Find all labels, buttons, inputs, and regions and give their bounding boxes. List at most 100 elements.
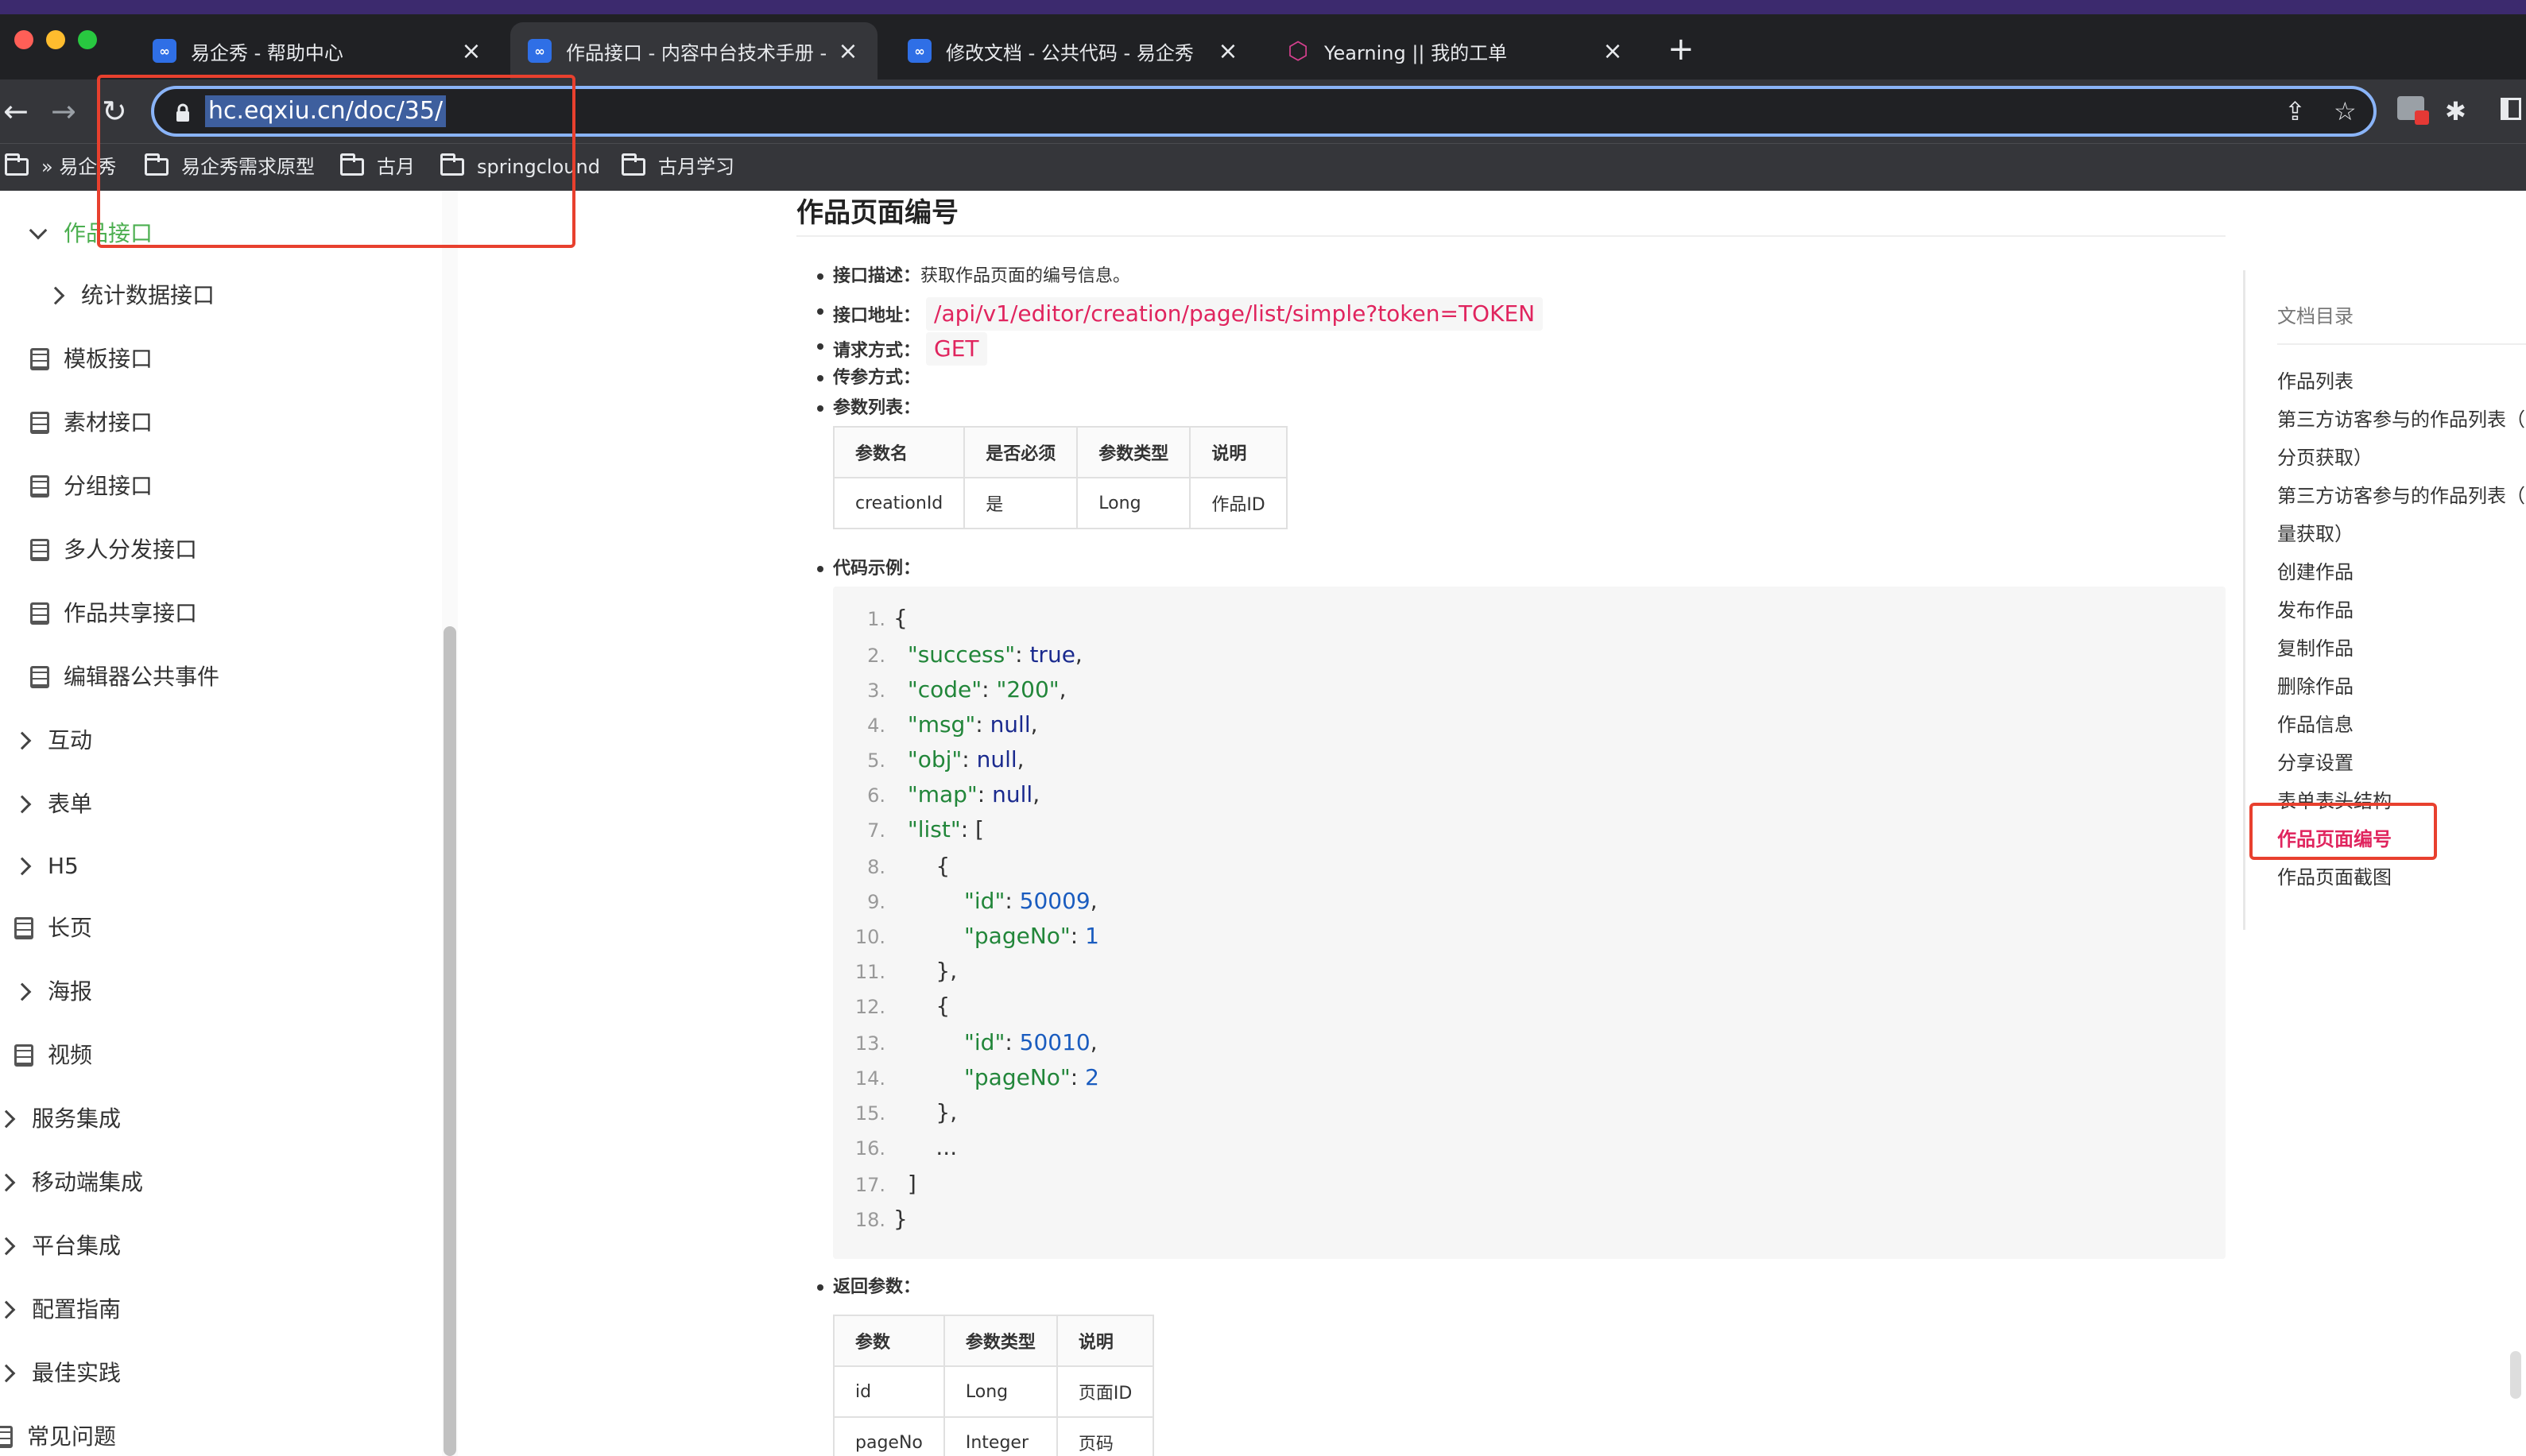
new-tab-button[interactable]: +: [1668, 29, 1695, 70]
tab-title: 作品接口 - 内容中台技术手册 - 易: [566, 41, 830, 64]
tab-close-icon[interactable]: ×: [836, 37, 860, 65]
extension-badge-icon[interactable]: [2397, 94, 2429, 129]
api-url-code: /api/v1/editor/creation/page/list/simple…: [926, 297, 1544, 331]
folder-icon: [622, 153, 645, 176]
sidebar-item-long-page[interactable]: 长页: [14, 912, 92, 944]
bookmark-star-icon[interactable]: ☆: [2334, 94, 2357, 129]
code-line: 16. ...: [854, 1134, 958, 1160]
api-params-label: 参数列表：: [816, 394, 920, 423]
sidebar-item-poster[interactable]: 海报: [13, 976, 92, 1008]
toc-item[interactable]: 作品信息: [2277, 709, 2354, 741]
close-window-button[interactable]: [14, 30, 33, 49]
forward-arrow-icon[interactable]: →: [51, 91, 76, 132]
sidebar-item-form[interactable]: 表单: [13, 788, 92, 820]
code-example-label: 代码示例：: [816, 555, 920, 583]
code-line: 6. "map": null,: [867, 781, 1040, 807]
sidebar-item-material-api[interactable]: 素材接口: [30, 407, 153, 439]
code-line: 4. "msg": null,: [867, 711, 1038, 738]
table-header-row: 参数名 是否必须 参数类型 说明: [832, 426, 1288, 478]
eqxiu-logo-icon: ∞: [908, 39, 932, 63]
chevron-right-icon: [13, 857, 32, 876]
tab-help-center[interactable]: ∞ 易企秀 - 帮助中心 ×: [135, 22, 501, 79]
sidebar-item-template-api[interactable]: 模板接口: [30, 343, 153, 375]
table-header-cell: 是否必须: [963, 426, 1079, 478]
code-line: 18.}: [854, 1206, 908, 1232]
sidebar-item-group-api[interactable]: 分组接口: [30, 470, 153, 502]
toc-item[interactable]: 发布作品: [2277, 594, 2354, 626]
sidebar-item-h5[interactable]: H5: [13, 850, 79, 882]
chevron-right-icon: [0, 1364, 16, 1383]
table-row: pageNo Integer 页码: [833, 1416, 1155, 1456]
code-line: 3. "code": "200",: [867, 676, 1067, 703]
page-scrollbar-thumb[interactable]: [2510, 1351, 2521, 1399]
page-title: 作品页面编号: [796, 197, 959, 229]
code-line: 8. {: [867, 853, 951, 879]
zoom-window-button[interactable]: [78, 30, 97, 49]
document-icon: [30, 475, 49, 498]
tab-title: Yearning || 我的工单: [1324, 41, 1508, 64]
tab-close-icon[interactable]: ×: [459, 37, 483, 65]
api-method-code: GET: [926, 332, 987, 366]
sidebar-scrollbar-thumb[interactable]: [444, 626, 456, 1456]
toc-item[interactable]: 作品页面截图: [2277, 862, 2392, 893]
system-menu-bar: [0, 0, 2526, 14]
table-header-cell: 说明: [1056, 1315, 1155, 1367]
toc-item[interactable]: 第三方访客参与的作品列表（: [2277, 404, 2525, 436]
toc-item[interactable]: 删除作品: [2277, 671, 2354, 703]
code-line: 13. "id": 50010,: [854, 1029, 1098, 1055]
sidebar-item-editor-events[interactable]: 编辑器公共事件: [30, 661, 219, 693]
table-cell: id: [833, 1365, 945, 1418]
code-line: 9. "id": 50009,: [867, 888, 1098, 914]
folder-icon: [5, 153, 29, 176]
tab-yearning[interactable]: ⬡ Yearning || 我的工单 ×: [1269, 22, 1642, 79]
bookmark-guyue-study[interactable]: 古月学习: [622, 151, 734, 183]
chevron-right-icon: [13, 982, 32, 1001]
code-line: 10. "pageNo": 1: [854, 923, 1099, 949]
minimize-window-button[interactable]: [46, 30, 65, 49]
code-line: 5. "obj": null,: [867, 746, 1025, 773]
sidebar-item-multi-dist-api[interactable]: 多人分发接口: [30, 534, 197, 566]
sidebar-item-stats-api[interactable]: 统计数据接口: [46, 280, 215, 312]
side-panel-icon[interactable]: [2501, 94, 2521, 129]
document-icon: [30, 602, 49, 625]
tab-works-api[interactable]: ∞ 作品接口 - 内容中台技术手册 - 易 ×: [510, 22, 878, 79]
table-header-cell: 参数: [833, 1315, 945, 1367]
code-line: 17. ]: [854, 1171, 916, 1197]
sidebar-item-platform-integration[interactable]: 平台集成: [0, 1230, 121, 1262]
return-params-label: 返回参数：: [816, 1273, 920, 1302]
sidebar-item-interact[interactable]: 互动: [13, 725, 92, 757]
toc-item[interactable]: 第三方访客参与的作品列表（: [2277, 480, 2525, 512]
share-icon[interactable]: ⇪: [2284, 94, 2306, 129]
toc-item[interactable]: 分页获取）: [2277, 442, 2373, 474]
chevron-down-icon: [29, 221, 48, 240]
document-icon: [30, 666, 49, 688]
back-arrow-icon[interactable]: ←: [3, 91, 29, 132]
table-cell: Long: [943, 1365, 1058, 1418]
sidebar-item-faq[interactable]: 常见问题: [0, 1421, 116, 1453]
sidebar-item-share-api[interactable]: 作品共享接口: [30, 598, 197, 629]
sidebar-item-best-practice[interactable]: 最佳实践: [0, 1357, 121, 1389]
code-line: 12. {: [854, 993, 951, 1019]
chevron-right-icon: [0, 1300, 16, 1319]
tab-close-icon[interactable]: ×: [1216, 37, 1240, 65]
title-divider: [796, 235, 2226, 237]
document-icon: [30, 412, 49, 434]
sidebar-item-mobile-integration[interactable]: 移动端集成: [0, 1167, 143, 1198]
sidebar-item-video[interactable]: 视频: [14, 1040, 92, 1071]
sidebar-item-service-integration[interactable]: 服务集成: [0, 1103, 121, 1135]
table-cell: creationId: [832, 477, 966, 529]
tab-close-icon[interactable]: ×: [1601, 37, 1625, 65]
toc-item[interactable]: 分享设置: [2277, 747, 2354, 779]
chevron-right-icon: [13, 731, 32, 750]
extensions-puzzle-icon[interactable]: ✱: [2445, 94, 2466, 129]
tab-edit-doc[interactable]: ∞ 修改文档 - 公共代码 - 易企秀 ×: [890, 22, 1257, 79]
sidebar-item-config-guide[interactable]: 配置指南: [0, 1294, 121, 1326]
toc-item[interactable]: 复制作品: [2277, 633, 2354, 664]
document-icon: [30, 539, 49, 561]
table-header-cell: 参数类型: [943, 1315, 1058, 1367]
tab-title: 修改文档 - 公共代码 - 易企秀: [946, 41, 1194, 64]
table-cell: 是: [963, 477, 1079, 529]
toc-item[interactable]: 作品列表: [2277, 366, 2354, 397]
toc-item[interactable]: 量获取）: [2277, 518, 2354, 550]
toc-item[interactable]: 创建作品: [2277, 556, 2354, 588]
